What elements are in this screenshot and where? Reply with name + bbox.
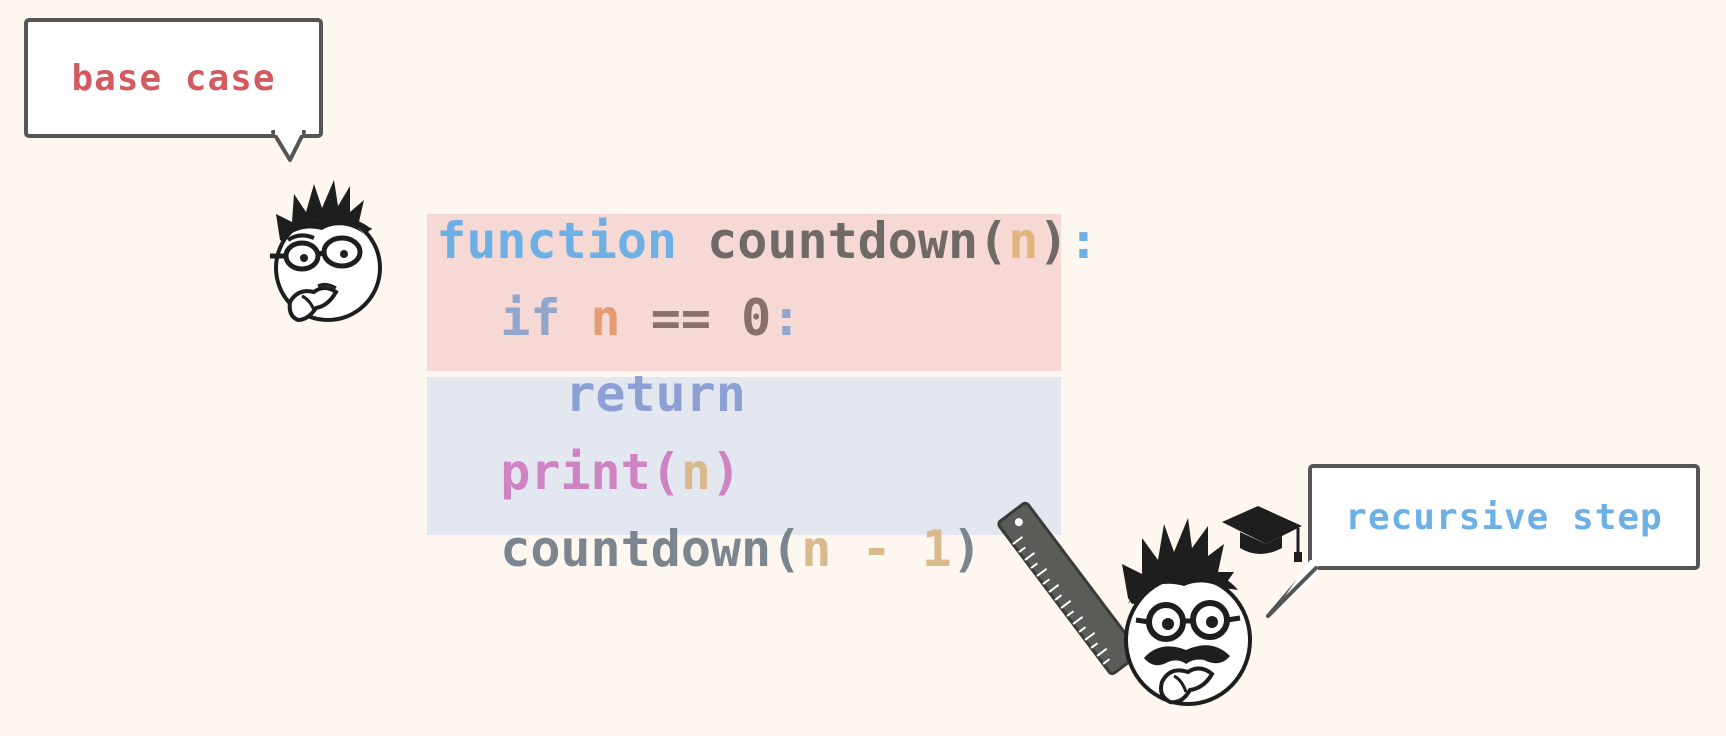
param-n: n: [1008, 212, 1039, 270]
close-paren: ): [1038, 212, 1069, 270]
var-n: n: [801, 520, 832, 578]
graduation-cap-icon: [1222, 506, 1302, 562]
code-line-recursive-call: countdown(n - 1): [440, 459, 982, 579]
countdown-call: countdown: [500, 520, 772, 578]
recursive-step-callout: recursive step: [1308, 464, 1700, 570]
number-one: 1: [921, 520, 952, 578]
open-paren: (: [978, 212, 1009, 270]
base-case-label: base case: [71, 57, 276, 99]
colon: :: [1068, 212, 1099, 270]
base-case-callout-tail: [271, 130, 306, 162]
colon: :: [771, 289, 802, 347]
close-paren: ): [951, 520, 982, 578]
recursive-step-label: recursive step: [1345, 496, 1663, 538]
minus-operator: -: [861, 520, 892, 578]
base-case-callout: base case: [24, 18, 323, 138]
open-paren: (: [771, 520, 802, 578]
thinking-character-icon: [270, 180, 382, 323]
